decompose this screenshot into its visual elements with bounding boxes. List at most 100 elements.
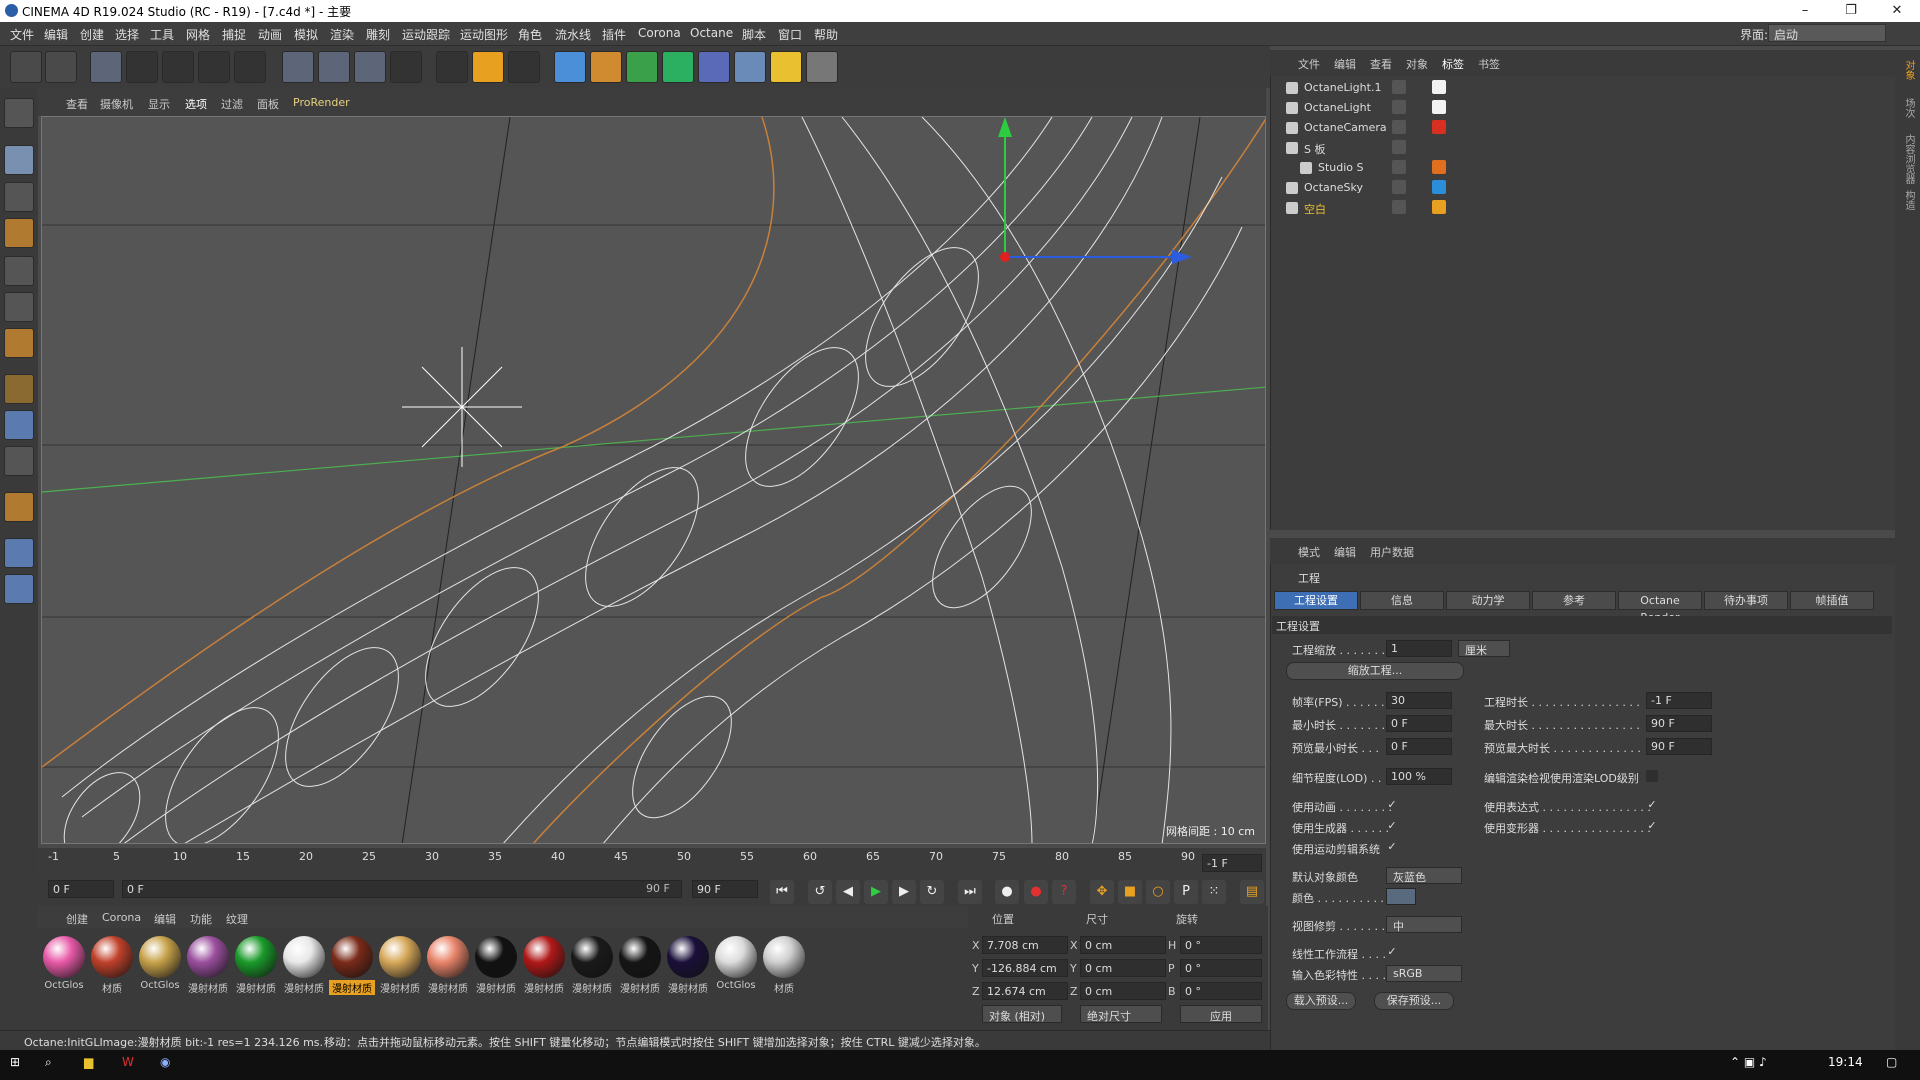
timeline-window-icon[interactable]: ▤	[1240, 880, 1264, 904]
object-row[interactable]: 空白	[1272, 198, 1892, 218]
object-row[interactable]: Studio S	[1272, 158, 1892, 178]
menu-octane[interactable]: Octane	[690, 26, 733, 40]
minimize-button[interactable]: –	[1782, 0, 1828, 22]
cloner-icon[interactable]	[662, 51, 694, 83]
render-picture-viewer-icon[interactable]	[472, 51, 504, 83]
material-swatch[interactable]: 材质	[761, 934, 807, 998]
prev-key-icon[interactable]: ↺	[808, 880, 832, 904]
pos-z-field[interactable]: 12.674 cm	[982, 982, 1068, 1000]
menu-plugins[interactable]: 插件	[602, 26, 626, 43]
planar-workplane-icon[interactable]	[4, 574, 34, 604]
menu-edit[interactable]: 编辑	[44, 26, 68, 43]
key-rotate-icon[interactable]: ○	[1146, 880, 1170, 904]
attr-tab[interactable]: 信息	[1360, 591, 1444, 610]
side-tab-structure[interactable]: 构造	[1899, 190, 1916, 210]
visibility-toggle-icon[interactable]	[1392, 100, 1406, 114]
load-preset-button[interactable]: 载入预设...	[1286, 992, 1356, 1010]
render-view-icon[interactable]	[436, 51, 468, 83]
explorer-icon[interactable]: ▆	[84, 1055, 93, 1069]
material-swatch[interactable]: 漫射材质	[329, 934, 375, 998]
live-select-icon[interactable]	[90, 51, 122, 83]
timeline-ruler[interactable]: -1 5 10 15 20 25 30 35 40 45 50 55 60 65…	[38, 848, 1266, 878]
next-key-icon[interactable]: ↻	[920, 880, 944, 904]
use-deformers-checkbox[interactable]: ✓	[1646, 820, 1658, 832]
wps-icon[interactable]: W	[122, 1055, 134, 1069]
material-swatch[interactable]: 漫射材质	[233, 934, 279, 998]
menu-mograph[interactable]: 运动图形	[460, 26, 508, 43]
pos-x-field[interactable]: 7.708 cm	[982, 936, 1068, 954]
material-swatch[interactable]: OctGlos	[41, 934, 87, 998]
undo-icon[interactable]	[10, 51, 42, 83]
max-time-field[interactable]: 90 F	[1646, 715, 1712, 732]
object-name[interactable]: OctaneLight.1	[1304, 81, 1381, 94]
maximize-button[interactable]: ❐	[1828, 0, 1874, 22]
menu-sculpt[interactable]: 雕刻	[366, 26, 390, 43]
workplane-icon[interactable]	[4, 218, 34, 248]
light-icon[interactable]	[806, 51, 838, 83]
scale-project-button[interactable]: 缩放工程...	[1286, 662, 1464, 680]
vp-menu-panel[interactable]: 面板	[257, 96, 279, 112]
material-swatch[interactable]: 漫射材质	[569, 934, 615, 998]
render-lod-checkbox[interactable]	[1646, 770, 1658, 782]
rotate-icon[interactable]	[198, 51, 230, 83]
mat-menu-create[interactable]: 创建	[66, 911, 88, 927]
axis-mode-icon[interactable]	[4, 374, 34, 404]
view-clip-select[interactable]: 中	[1386, 916, 1462, 933]
menu-help[interactable]: 帮助	[814, 26, 838, 43]
z-axis-icon[interactable]	[354, 51, 386, 83]
default-color-select[interactable]: 灰蓝色	[1386, 867, 1462, 884]
tweak-mode-icon[interactable]	[4, 410, 34, 440]
obj-menu-file[interactable]: 文件	[1298, 56, 1320, 72]
obj-menu-view[interactable]: 查看	[1370, 56, 1392, 72]
end-frame-field[interactable]: 90 F	[692, 880, 758, 898]
polygons-mode-icon[interactable]	[4, 328, 34, 358]
tray-icons[interactable]: ⌃ ▣ ♪	[1730, 1055, 1767, 1069]
object-tag-icon[interactable]	[1432, 180, 1446, 194]
side-tab-objects[interactable]: 对象	[1899, 60, 1916, 80]
y-axis-icon[interactable]	[318, 51, 350, 83]
object-row[interactable]: OctaneLight	[1272, 98, 1892, 118]
start-frame-field[interactable]: 0 F	[48, 880, 114, 898]
menu-corona[interactable]: Corona	[638, 26, 681, 40]
obj-menu-tags[interactable]: 标签	[1442, 56, 1464, 72]
size-y-field[interactable]: 0 cm	[1080, 959, 1166, 977]
make-editable-icon[interactable]	[4, 98, 34, 128]
scale-unit-select[interactable]: 厘米	[1458, 640, 1510, 657]
material-swatch[interactable]: 漫射材质	[521, 934, 567, 998]
size-z-field[interactable]: 0 cm	[1080, 982, 1166, 1000]
use-generators-checkbox[interactable]: ✓	[1386, 820, 1398, 832]
size-mode-select[interactable]: 绝对尺寸	[1080, 1005, 1162, 1023]
material-swatch[interactable]: 漫射材质	[473, 934, 519, 998]
menu-animate[interactable]: 动画	[258, 26, 282, 43]
close-button[interactable]: ✕	[1874, 0, 1920, 22]
material-swatch[interactable]: 漫射材质	[185, 934, 231, 998]
prev-frame-icon[interactable]: ◀	[836, 880, 860, 904]
range-slider[interactable]: 0 F	[122, 880, 682, 898]
mat-menu-texture[interactable]: 纹理	[226, 911, 248, 927]
attr-tab[interactable]: 参考	[1532, 591, 1616, 610]
texture-mode-icon[interactable]	[4, 182, 34, 212]
vp-menu-view[interactable]: 查看	[66, 96, 88, 112]
lock-workplane-icon[interactable]	[4, 538, 34, 568]
solo-mode-icon[interactable]	[4, 446, 34, 476]
attr-menu-mode[interactable]: 模式	[1298, 544, 1320, 560]
current-frame-field[interactable]: -1 F	[1202, 854, 1262, 872]
rot-h-field[interactable]: 0 °	[1180, 936, 1262, 954]
menu-tools[interactable]: 工具	[150, 26, 174, 43]
object-row[interactable]: OctaneCamera	[1272, 118, 1892, 138]
menu-file[interactable]: 文件	[10, 26, 34, 43]
next-frame-icon[interactable]: ▶	[892, 880, 916, 904]
mat-menu-edit[interactable]: 编辑	[154, 911, 176, 927]
color-swatch[interactable]	[1386, 888, 1416, 905]
attr-menu-userdata[interactable]: 用户数据	[1370, 544, 1414, 560]
obj-menu-edit[interactable]: 编辑	[1334, 56, 1356, 72]
floor-icon[interactable]	[734, 51, 766, 83]
material-swatch[interactable]: 漫射材质	[281, 934, 327, 998]
menu-create[interactable]: 创建	[80, 26, 104, 43]
coord-mode-select[interactable]: 对象 (相对)	[982, 1005, 1062, 1023]
menu-script[interactable]: 脚本	[742, 26, 766, 43]
key-move-icon[interactable]: ✥	[1090, 880, 1114, 904]
material-swatch[interactable]: 材质	[89, 934, 135, 998]
scale-icon[interactable]	[162, 51, 194, 83]
deformer-icon[interactable]	[698, 51, 730, 83]
